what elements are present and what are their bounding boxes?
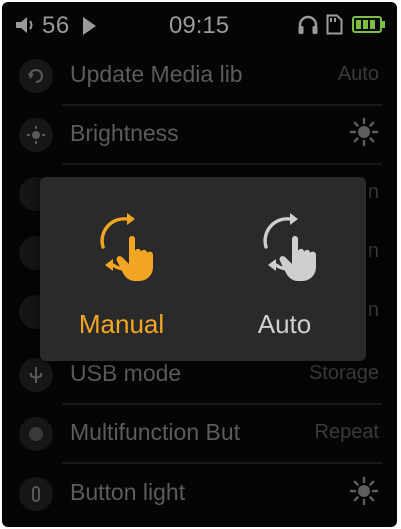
option-manual[interactable]: Manual — [40, 177, 203, 361]
status-bar: 56 09:15 — [2, 2, 397, 46]
brightness-sun-icon — [349, 117, 379, 147]
play-icon — [83, 17, 96, 35]
setting-label: Brightness — [70, 120, 179, 146]
sun-icon — [19, 118, 53, 152]
option-auto[interactable]: Auto — [203, 177, 366, 361]
usb-icon — [19, 358, 53, 392]
setting-label: Update Media lib — [70, 61, 243, 87]
auto-refresh-icon — [263, 213, 316, 281]
volume-level: 56 — [42, 12, 70, 39]
option-label: Auto — [257, 309, 312, 339]
device-screen: 56 09:15 Update Media lib Auto Brightnes… — [2, 2, 397, 527]
setting-label: Button light — [70, 479, 186, 505]
battery-icon — [352, 16, 385, 33]
button-light-sun-icon — [349, 476, 379, 506]
setting-button-light[interactable]: Button light — [2, 464, 397, 522]
setting-brightness[interactable]: Brightness — [2, 105, 397, 163]
setting-value: Repeat — [314, 421, 380, 443]
setting-value: n — [367, 240, 379, 262]
setting-value: Auto — [337, 63, 379, 85]
setting-value: n — [367, 181, 379, 203]
sd-card-icon — [326, 14, 343, 35]
record-icon — [19, 417, 53, 451]
clock-time: 09:15 — [169, 12, 230, 39]
refresh-icon — [19, 59, 53, 93]
setting-update-media-lib[interactable]: Update Media lib Auto — [2, 46, 397, 104]
headphones-icon — [298, 15, 318, 34]
setting-value: n — [367, 299, 379, 321]
setting-label: Multifunction But — [70, 419, 241, 445]
setting-value: Storage — [308, 362, 379, 384]
setting-label: USB mode — [70, 360, 182, 386]
option-label: Manual — [78, 309, 165, 339]
light-icon — [19, 477, 53, 511]
manual-refresh-icon — [100, 213, 153, 281]
update-mode-dialog: Manual Auto — [40, 177, 366, 361]
speaker-icon — [16, 17, 33, 33]
setting-multifunction-button[interactable]: Multifunction But Repeat — [2, 404, 397, 462]
